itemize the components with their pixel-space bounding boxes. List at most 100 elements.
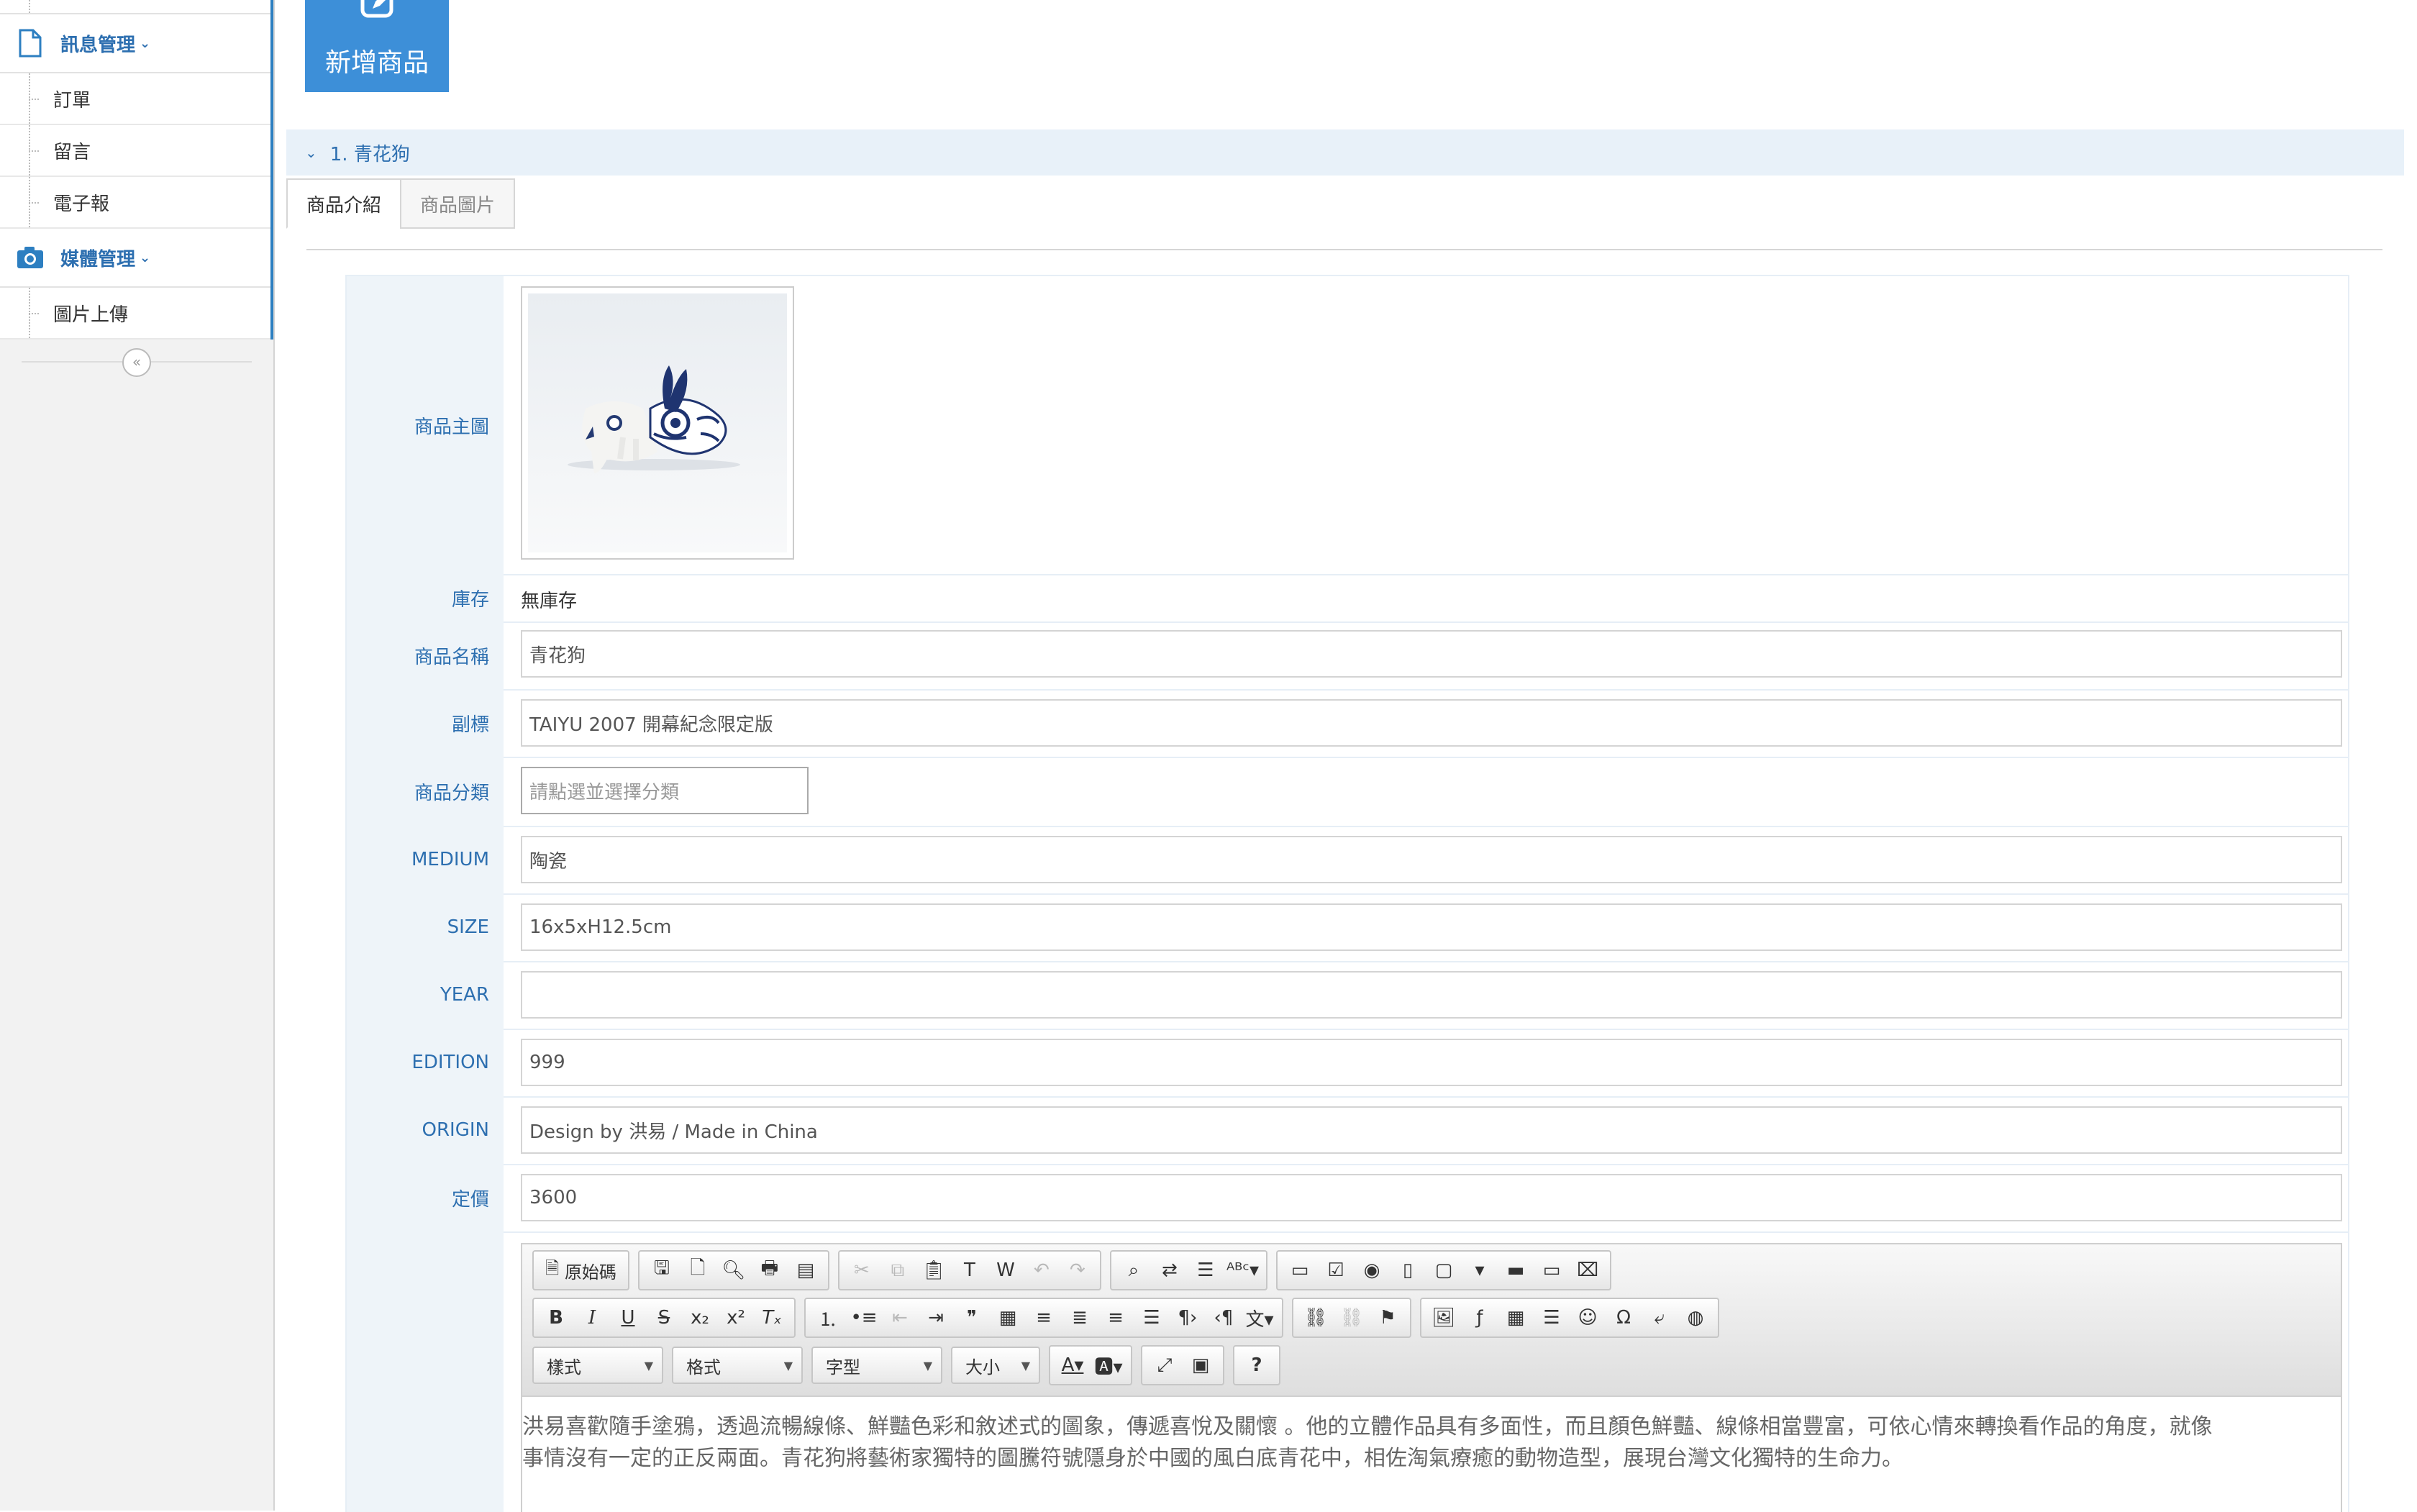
sidebar-item-messages[interactable]: 留言 bbox=[0, 125, 270, 177]
price-input[interactable]: 3600 bbox=[521, 1174, 2342, 1221]
select-all-icon[interactable]: ☰ bbox=[1188, 1254, 1224, 1286]
indent-icon[interactable]: ⇥ bbox=[918, 1302, 954, 1334]
rich-text-editor: 🗎 原始碼 🖫 🗋 🔍︎ 🖶 ▤ ✂ ⧉ 📋︎ T W ↶ ↷ ⌕ ⇄ ☰ ᴬᴮ… bbox=[521, 1243, 2342, 1512]
horizontal-line-icon[interactable]: ☰ bbox=[1534, 1302, 1570, 1334]
toolbar-group: ⛓ ⛓ ⚑ bbox=[1292, 1298, 1411, 1338]
unlink-icon[interactable]: ⛓ bbox=[1334, 1302, 1370, 1334]
paste-text-icon[interactable]: T bbox=[952, 1254, 988, 1286]
show-blocks-icon[interactable]: ▣ bbox=[1183, 1349, 1219, 1381]
sidebar-divider bbox=[0, 0, 270, 14]
underline-icon[interactable]: U bbox=[610, 1302, 646, 1334]
checkbox-icon[interactable]: ☑ bbox=[1318, 1254, 1354, 1286]
save-icon[interactable]: 🖫 bbox=[644, 1254, 680, 1286]
font-dropdown[interactable]: 字型 ▼ bbox=[811, 1347, 942, 1384]
form-row-size: SIZE 16x5xH12.5cm bbox=[347, 893, 2348, 962]
format-dropdown[interactable]: 格式 ▼ bbox=[672, 1347, 803, 1384]
field-label: EDITION bbox=[347, 1029, 504, 1096]
new-page-icon[interactable]: 🗋 bbox=[680, 1254, 716, 1286]
button-icon[interactable]: ▬ bbox=[1498, 1254, 1534, 1286]
product-section-header[interactable]: ⌄ 1. 青花狗 bbox=[286, 129, 2404, 176]
help-icon[interactable]: ? bbox=[1239, 1349, 1275, 1381]
div-container-icon[interactable]: ▦ bbox=[990, 1302, 1026, 1334]
product-name-input[interactable]: 青花狗 bbox=[521, 630, 2342, 678]
style-dropdown[interactable]: 樣式 ▼ bbox=[532, 1347, 663, 1384]
toolbar-group: ▭ ☑ ◉ ▯ ▢ ▾ ▬ ▭ ⌧ bbox=[1276, 1250, 1612, 1290]
spellcheck-icon[interactable]: ᴬᴮᶜ▾ bbox=[1224, 1254, 1262, 1286]
print-icon[interactable]: 🖶 bbox=[752, 1254, 788, 1286]
numbered-list-icon[interactable]: ⒈ bbox=[810, 1302, 846, 1334]
sidebar-section-media-management[interactable]: 媒體管理 ⌄ bbox=[0, 229, 270, 288]
double-chevron-left-icon[interactable]: « bbox=[122, 348, 151, 377]
align-left-icon[interactable]: ≡ bbox=[1026, 1302, 1062, 1334]
maximize-icon[interactable]: ⤢ bbox=[1147, 1349, 1183, 1381]
paste-icon[interactable]: 📋︎ bbox=[916, 1254, 952, 1286]
iframe-icon[interactable]: ◍ bbox=[1678, 1302, 1713, 1334]
sidebar-section-message-management[interactable]: 訊息管理 ⌄ bbox=[0, 14, 270, 73]
sidebar-item-label: 電子報 bbox=[53, 193, 110, 215]
smiley-icon[interactable]: ☺ bbox=[1570, 1302, 1606, 1334]
sidebar-item-newsletter[interactable]: 電子報 bbox=[0, 177, 270, 229]
blockquote-icon[interactable]: ❞ bbox=[954, 1302, 990, 1334]
image-icon[interactable]: 🖼︎ bbox=[1426, 1302, 1462, 1334]
background-color-icon[interactable]: 🅰▾ bbox=[1091, 1349, 1126, 1381]
subtitle-input[interactable]: TAIYU 2007 開幕紀念限定版 bbox=[521, 699, 2342, 747]
editor-content[interactable]: 洪易喜歡隨手塗鴉，透過流暢線條、鮮豔色彩和敘述式的圖象，傳遞喜悅及關懷 。他的立… bbox=[522, 1397, 2341, 1512]
source-button[interactable]: 🗎 原始碼 bbox=[538, 1254, 624, 1286]
textfield-icon[interactable]: ▯ bbox=[1390, 1254, 1426, 1286]
superscript-icon[interactable]: x² bbox=[718, 1302, 754, 1334]
cut-icon[interactable]: ✂ bbox=[844, 1254, 880, 1286]
category-select[interactable]: 請點選並選擇分類 bbox=[521, 767, 809, 814]
table-icon[interactable]: ▦ bbox=[1498, 1302, 1534, 1334]
align-center-icon[interactable]: ≣ bbox=[1062, 1302, 1098, 1334]
undo-icon[interactable]: ↶ bbox=[1024, 1254, 1060, 1286]
rtl-icon[interactable]: ‹¶ bbox=[1206, 1302, 1242, 1334]
bulleted-list-icon[interactable]: •≡ bbox=[846, 1302, 882, 1334]
origin-input[interactable]: Design by 洪易 / Made in China bbox=[521, 1106, 2342, 1154]
outdent-icon[interactable]: ⇤ bbox=[882, 1302, 918, 1334]
size-input[interactable]: 16x5xH12.5cm bbox=[521, 903, 2342, 951]
sidebar-item-orders[interactable]: 訂單 bbox=[0, 73, 270, 125]
page-break-icon[interactable]: ⤶ bbox=[1642, 1302, 1678, 1334]
justify-icon[interactable]: ☰ bbox=[1134, 1302, 1170, 1334]
tab-product-intro[interactable]: 商品介紹 bbox=[286, 178, 402, 229]
bold-icon[interactable]: B bbox=[538, 1302, 574, 1334]
flash-icon[interactable]: ƒ bbox=[1462, 1302, 1498, 1334]
image-button-icon[interactable]: ▭ bbox=[1534, 1254, 1570, 1286]
preview-icon[interactable]: 🔍︎ bbox=[716, 1254, 752, 1286]
italic-icon[interactable]: I bbox=[574, 1302, 610, 1334]
sidebar-item-label: 訂單 bbox=[53, 89, 91, 111]
medium-input[interactable]: 陶瓷 bbox=[521, 836, 2342, 883]
language-icon[interactable]: 文▾ bbox=[1242, 1302, 1278, 1334]
form-icon[interactable]: ▭ bbox=[1282, 1254, 1318, 1286]
remove-format-icon[interactable]: Tₓ bbox=[754, 1302, 790, 1334]
select-icon[interactable]: ▾ bbox=[1462, 1254, 1498, 1286]
hidden-field-icon[interactable]: ⌧ bbox=[1570, 1254, 1606, 1286]
ltr-icon[interactable]: ¶› bbox=[1170, 1302, 1206, 1334]
redo-icon[interactable]: ↷ bbox=[1060, 1254, 1096, 1286]
year-input[interactable] bbox=[521, 971, 2342, 1019]
anchor-icon[interactable]: ⚑ bbox=[1370, 1302, 1406, 1334]
size-dropdown[interactable]: 大小 ▼ bbox=[951, 1347, 1040, 1384]
product-main-image[interactable] bbox=[521, 286, 794, 560]
strikethrough-icon[interactable]: S bbox=[646, 1302, 682, 1334]
link-icon[interactable]: ⛓ bbox=[1298, 1302, 1334, 1334]
textarea-icon[interactable]: ▢ bbox=[1426, 1254, 1462, 1286]
sidebar-item-image-upload[interactable]: 圖片上傳 bbox=[0, 288, 270, 340]
paste-word-icon[interactable]: W bbox=[988, 1254, 1024, 1286]
tab-product-images[interactable]: 商品圖片 bbox=[400, 178, 516, 229]
special-char-icon[interactable]: Ω bbox=[1606, 1302, 1642, 1334]
edition-input[interactable]: 999 bbox=[521, 1039, 2342, 1086]
align-right-icon[interactable]: ≡ bbox=[1098, 1302, 1134, 1334]
find-icon[interactable]: ⌕ bbox=[1116, 1254, 1152, 1286]
copy-icon[interactable]: ⧉ bbox=[880, 1254, 916, 1286]
add-product-button[interactable]: 新增商品 bbox=[305, 0, 449, 92]
text-color-icon[interactable]: A▾ bbox=[1055, 1349, 1091, 1381]
templates-icon[interactable]: ▤ bbox=[788, 1254, 824, 1286]
toolbar-group: ? bbox=[1233, 1345, 1280, 1385]
add-product-label: 新增商品 bbox=[324, 48, 429, 78]
form-row-edition: EDITION 999 bbox=[347, 1029, 2348, 1098]
replace-icon[interactable]: ⇄ bbox=[1152, 1254, 1188, 1286]
form-row-description: 🗎 原始碼 🖫 🗋 🔍︎ 🖶 ▤ ✂ ⧉ 📋︎ T W ↶ ↷ ⌕ ⇄ ☰ ᴬᴮ… bbox=[347, 1231, 2348, 1512]
radio-icon[interactable]: ◉ bbox=[1354, 1254, 1390, 1286]
subscript-icon[interactable]: x₂ bbox=[682, 1302, 718, 1334]
